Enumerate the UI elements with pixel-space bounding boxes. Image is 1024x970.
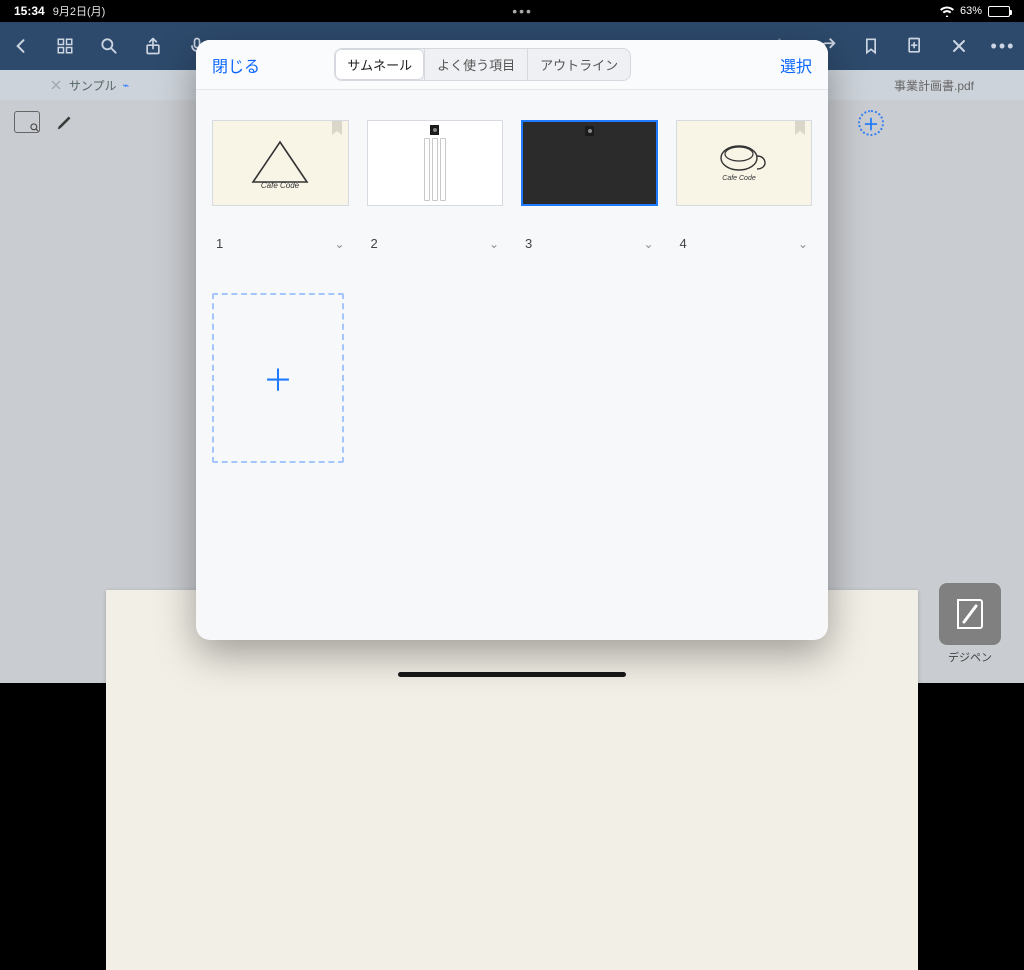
- segment-thumbnails[interactable]: サムネール: [335, 49, 424, 80]
- bookmark-ribbon-icon: [332, 121, 342, 135]
- chevron-down-icon[interactable]: ⌄: [489, 237, 499, 251]
- page-thumb-1[interactable]: Cafe Code 1 ⌄: [212, 120, 349, 251]
- bookmark-ribbon-icon: [795, 121, 805, 135]
- grid-icon[interactable]: [54, 35, 76, 57]
- watermark-label: デジペン: [934, 649, 1006, 665]
- more-icon[interactable]: •••: [992, 35, 1014, 57]
- back-icon[interactable]: [10, 35, 32, 57]
- battery-icon: [988, 6, 1010, 17]
- close-icon[interactable]: [948, 35, 970, 57]
- page-number: 1: [216, 236, 223, 251]
- document-canvas[interactable]: [106, 590, 918, 970]
- battery-percent: 63%: [960, 5, 982, 17]
- status-bar: 15:34 9月2日(月) ••• 63%: [0, 0, 1024, 22]
- tab-business-plan[interactable]: 事業計画書.pdf: [844, 70, 1024, 100]
- thumbnails-popover: 閉じる サムネール よく使う項目 アウトライン 選択 Cafe Code 1 ⌄: [196, 40, 828, 640]
- page1-art: Cafe Code: [245, 136, 315, 190]
- page4-art: Cafe Code: [715, 136, 773, 191]
- add-page-button[interactable]: ＋: [212, 293, 344, 463]
- close-button[interactable]: 閉じる: [212, 53, 260, 77]
- page-thumb-3[interactable]: 3⌄: [521, 120, 658, 251]
- segment-outline[interactable]: アウトライン: [527, 49, 630, 80]
- page-number: 4: [680, 236, 687, 251]
- tab-sample[interactable]: サンプル ⌁: [0, 70, 180, 100]
- pen-tool-icon[interactable]: [54, 111, 76, 133]
- view-segmented-control: サムネール よく使う項目 アウトライン: [334, 48, 631, 81]
- chevron-down-icon[interactable]: ⌄: [643, 237, 653, 251]
- status-time: 15:34: [14, 4, 45, 18]
- status-date: 9月2日(月): [53, 3, 106, 19]
- svg-text:Cafe Code: Cafe Code: [722, 175, 756, 182]
- zoom-crop-icon[interactable]: [14, 111, 40, 133]
- popover-header: 閉じる サムネール よく使う項目 アウトライン 選択: [196, 40, 828, 90]
- page-number: 3: [525, 236, 532, 251]
- search-icon[interactable]: [98, 35, 120, 57]
- page-thumb-4[interactable]: Cafe Code 4 ⌄: [676, 120, 813, 251]
- select-button[interactable]: 選択: [780, 53, 812, 77]
- chevron-down-icon[interactable]: ⌄: [334, 237, 344, 251]
- page-number: 2: [371, 236, 378, 251]
- tab-close-icon[interactable]: [51, 79, 63, 91]
- wifi-icon: [940, 6, 954, 17]
- home-indicator[interactable]: [398, 672, 626, 677]
- chevron-down-icon[interactable]: ⌄: [798, 237, 808, 251]
- tab-label: 事業計画書.pdf: [894, 77, 974, 94]
- app-watermark: デジペン: [934, 583, 1006, 665]
- share-icon[interactable]: [142, 35, 164, 57]
- floating-add-button[interactable]: ＋: [858, 110, 884, 136]
- bookmark-icon[interactable]: [860, 35, 882, 57]
- multitask-dots-icon[interactable]: •••: [105, 3, 940, 19]
- tab-label: サンプル: [69, 77, 117, 94]
- add-page-icon[interactable]: [904, 35, 926, 57]
- page-thumb-2[interactable]: 2⌄: [367, 120, 504, 251]
- bluetooth-icon: ⌁: [123, 79, 130, 92]
- segment-favorites[interactable]: よく使う項目: [424, 49, 527, 80]
- thumbnail-grid: Cafe Code 1⌄ 2⌄ 3⌄: [196, 90, 828, 493]
- svg-text:Cafe Code: Cafe Code: [261, 181, 300, 190]
